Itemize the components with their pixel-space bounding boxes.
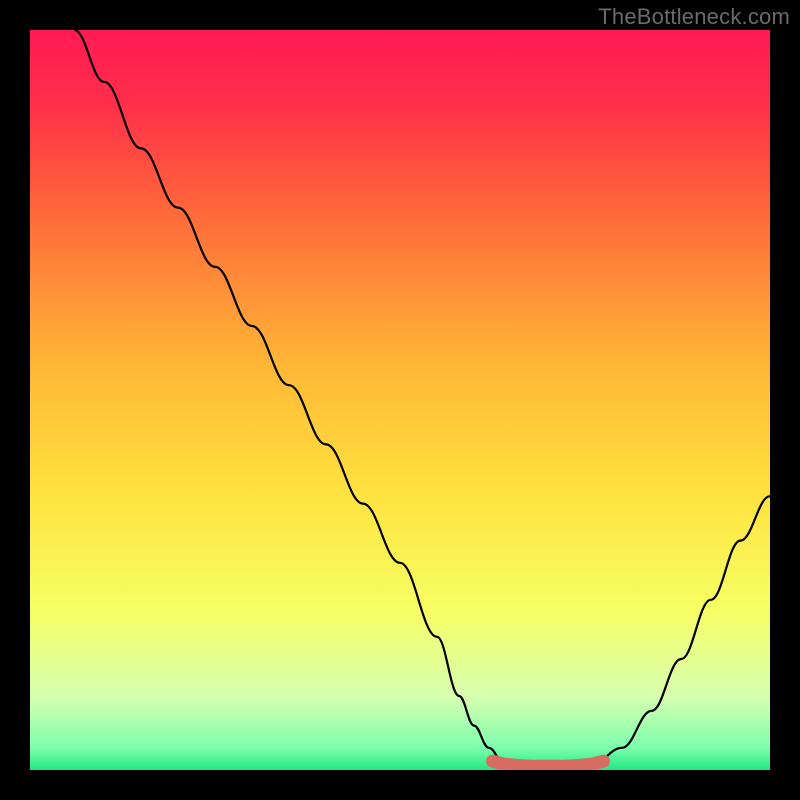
gradient-background — [30, 30, 770, 770]
watermark-text: TheBottleneck.com — [598, 4, 790, 30]
plot-area — [30, 30, 770, 770]
bottleneck-chart — [30, 30, 770, 770]
optimal-range-markers — [493, 761, 604, 766]
chart-frame: TheBottleneck.com — [0, 0, 800, 800]
optimal-range-stroke — [493, 761, 604, 766]
